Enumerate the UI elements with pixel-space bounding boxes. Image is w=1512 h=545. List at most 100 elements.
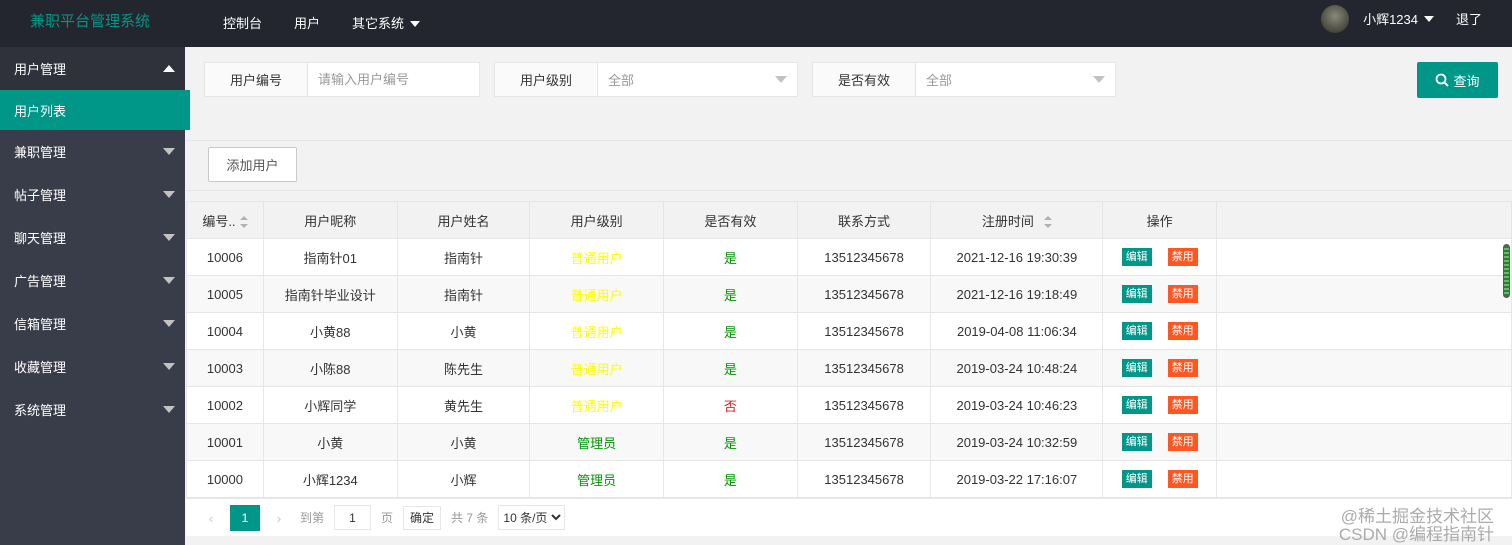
cell-phone: 13512345678: [796, 423, 932, 461]
column-header-time[interactable]: 注册时间: [930, 201, 1104, 239]
ban-button[interactable]: 禁用: [1167, 359, 1198, 377]
edit-button[interactable]: 编辑: [1121, 433, 1152, 451]
goto-confirm-button[interactable]: 确定: [403, 505, 442, 530]
table-row[interactable]: 10001 小黄 小黄 管理员是 13512345678 2019-03-24 10:32…: [186, 423, 1512, 461]
total-count: 共 7 条: [451, 511, 489, 525]
watermark: @稀土掘金技术社区 CSDN @编程指南针: [1339, 508, 1494, 544]
chevron-down-icon: [1093, 76, 1105, 83]
chevron-down-icon: [1423, 15, 1434, 22]
ban-button[interactable]: 禁用: [1167, 285, 1198, 303]
cell-id: 10000: [186, 460, 264, 498]
cell-time: 2019-03-24 10:46:23: [930, 386, 1104, 424]
edit-button[interactable]: 编辑: [1121, 285, 1152, 303]
cell-time: 2019-03-22 17:16:07: [930, 460, 1104, 498]
logout-link[interactable]: 退了: [1456, 9, 1482, 28]
sidebar-item-system-management[interactable]: 系统管理: [0, 388, 185, 431]
column-header-level: 用户级别: [529, 201, 665, 239]
nav-console[interactable]: 控制台: [207, 0, 278, 47]
sidebar-item-label: 兼职管理: [14, 145, 67, 160]
watermark-line-2: CSDN @编程指南针: [1338, 525, 1494, 544]
table-row[interactable]: 10000 小辉1234 小辉 管理员是 13512345678 2019-03-22 1…: [186, 460, 1512, 498]
table-body: 10006 指南针01 指南针 普通用户是 13512345678 2021-12-16 …: [186, 238, 1512, 498]
cell-level: 普通用户: [529, 349, 665, 387]
table-row[interactable]: 10002 小辉同学 黄先生 普通用户否 13512345678 2019-03-24 1…: [186, 386, 1512, 424]
edit-button[interactable]: 编辑: [1121, 396, 1152, 414]
column-header-valid: 是否有效: [663, 201, 798, 239]
user-id-input[interactable]: [318, 72, 469, 87]
app-logo[interactable]: 兼职平台管理系统: [30, 10, 150, 31]
valid-select[interactable]: 全部: [916, 63, 1115, 96]
user-level-select[interactable]: 全部: [598, 63, 797, 96]
valid-value: 全部: [926, 73, 953, 88]
cell-actions: 编辑 禁用: [1102, 460, 1218, 498]
page-current[interactable]: 1: [230, 504, 260, 531]
cell-id: 10006: [186, 238, 264, 276]
cell-valid: 是: [663, 312, 798, 350]
sort-icon[interactable]: [1043, 216, 1052, 229]
cell-name: 小辉: [396, 460, 531, 498]
prev-page-icon[interactable]: ‹: [200, 510, 222, 526]
ban-button[interactable]: 禁用: [1167, 322, 1198, 340]
cell-time: 2019-03-24 10:48:24: [930, 349, 1104, 387]
sidebar-item-user-management[interactable]: 用户管理: [0, 47, 185, 90]
ban-button[interactable]: 禁用: [1167, 470, 1198, 488]
sidebar-subitem-user-list[interactable]: 用户列表: [0, 90, 190, 130]
search-button-label: 查询: [1453, 73, 1480, 89]
cell-filler: [1216, 386, 1512, 424]
cell-phone: 13512345678: [796, 349, 932, 387]
cell-actions: 编辑 禁用: [1102, 312, 1218, 350]
goto-page-input[interactable]: [334, 505, 372, 530]
edit-button[interactable]: 编辑: [1121, 359, 1152, 377]
per-page-select[interactable]: 10 条/页: [498, 505, 566, 530]
sidebar-item-label: 信箱管理: [14, 317, 67, 332]
cell-valid: 是: [663, 275, 798, 313]
sidebar-item-mailbox-management[interactable]: 信箱管理: [0, 302, 185, 345]
sidebar-item-post-management[interactable]: 帖子管理: [0, 173, 185, 216]
add-user-button[interactable]: 添加用户: [208, 147, 297, 182]
user-level-label: 用户级别: [495, 63, 598, 96]
user-menu[interactable]: 小辉1234: [1363, 9, 1434, 28]
column-header-name: 用户姓名: [396, 201, 531, 239]
sidebar-item-favorites-management[interactable]: 收藏管理: [0, 345, 185, 388]
sidebar-item-label: 帖子管理: [14, 188, 67, 203]
edit-button[interactable]: 编辑: [1121, 248, 1152, 266]
table-row[interactable]: 10006 指南针01 指南针 普通用户是 13512345678 2021-12-16 …: [186, 238, 1512, 276]
ban-button[interactable]: 禁用: [1167, 396, 1198, 414]
cell-time: 2019-03-24 10:32:59: [930, 423, 1104, 461]
nav-users[interactable]: 用户: [278, 0, 336, 47]
sidebar-item-ad-management[interactable]: 广告管理: [0, 259, 185, 302]
column-header-id[interactable]: 编号..: [186, 201, 264, 239]
search-button[interactable]: 查询: [1417, 62, 1498, 98]
cell-nickname: 小黄: [262, 423, 398, 461]
sort-icon[interactable]: [239, 216, 248, 229]
table-row[interactable]: 10004 小黄88 小黄 普通用户是 13512345678 2019-04-08 11…: [186, 312, 1512, 350]
next-page-icon[interactable]: ›: [268, 510, 290, 526]
nav-other-systems[interactable]: 其它系统: [336, 0, 436, 47]
cell-name: 小黄: [396, 423, 531, 461]
scrollbar-thumb[interactable]: [1503, 244, 1510, 298]
edit-button[interactable]: 编辑: [1121, 470, 1152, 488]
edit-button[interactable]: 编辑: [1121, 322, 1152, 340]
cell-id: 10001: [186, 423, 264, 461]
chevron-down-icon: [163, 320, 175, 327]
cell-actions: 编辑 禁用: [1102, 275, 1218, 313]
cell-id: 10002: [186, 386, 264, 424]
cell-actions: 编辑 禁用: [1102, 386, 1218, 424]
cell-name: 指南针: [396, 238, 531, 276]
page-unit: 页: [381, 511, 394, 525]
column-header-label: 编号..: [202, 213, 236, 229]
sidebar-item-label: 系统管理: [14, 403, 67, 418]
cell-phone: 13512345678: [796, 460, 932, 498]
avatar[interactable]: [1321, 4, 1350, 33]
cell-filler: [1216, 312, 1512, 350]
table-row[interactable]: 10003 小陈88 陈先生 普通用户是 13512345678 2019-03-24 1…: [186, 349, 1512, 387]
cell-level: 普通用户: [529, 386, 665, 424]
ban-button[interactable]: 禁用: [1167, 433, 1198, 451]
sidebar-item-job-management[interactable]: 兼职管理: [0, 130, 185, 173]
cell-valid: 是: [663, 460, 798, 498]
chevron-down-icon: [163, 148, 175, 155]
cell-actions: 编辑 禁用: [1102, 423, 1218, 461]
table-row[interactable]: 10005 指南针毕业设计 指南针 普通用户是 13512345678 2021-12-1…: [186, 275, 1512, 313]
ban-button[interactable]: 禁用: [1167, 248, 1198, 266]
sidebar-item-chat-management[interactable]: 聊天管理: [0, 216, 185, 259]
